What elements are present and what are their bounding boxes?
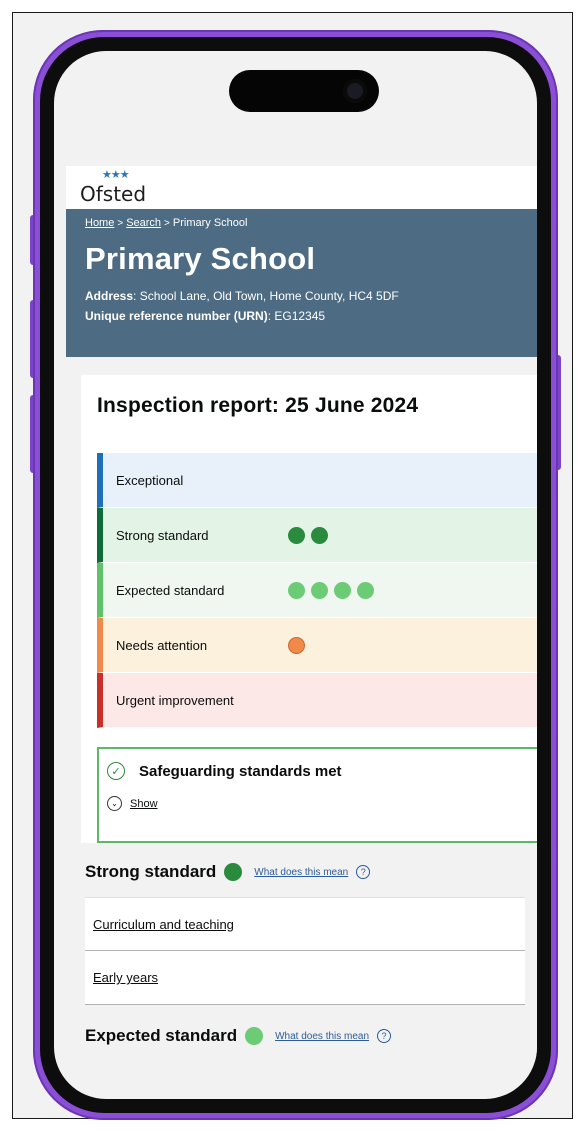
page-content: ★★★ Ofsted Home > Search > Primary Schoo… (66, 166, 537, 1061)
expected-standard-heading: Expected standard What does this mean ? (66, 1011, 537, 1061)
grade-label: Needs attention (116, 637, 208, 653)
ofsted-logo[interactable]: Ofsted (80, 182, 146, 206)
expected-standard-dot (245, 1027, 264, 1045)
check-circle-icon: ✓ (107, 762, 125, 780)
safeguarding-title: Safeguarding standards met (139, 762, 342, 780)
school-address: Address: School Lane, Old Town, Home Cou… (85, 289, 522, 303)
help-question-icon[interactable]: ? (356, 865, 371, 879)
list-item-link[interactable]: Curriculum and teaching (93, 917, 234, 932)
grade-row-urgent-improvement: Urgent improvement (97, 673, 537, 728)
safeguarding-header: ✓ Safeguarding standards met (107, 762, 537, 780)
grade-row-expected-standard: Expected standard (97, 563, 537, 618)
phone-screen: ★★★ Ofsted Home > Search > Primary Schoo… (54, 51, 537, 1099)
logo-bar: ★★★ Ofsted (66, 166, 537, 209)
urn-value: : EG12345 (267, 309, 326, 323)
expected-standard-dot (288, 581, 305, 599)
what-does-this-mean-link[interactable]: What does this mean (275, 1031, 369, 1042)
help-question-icon[interactable]: ? (377, 1029, 392, 1043)
breadcrumb-current: Primary School (172, 217, 248, 229)
page-title: Primary School (85, 241, 316, 276)
address-value: : School Lane, Old Town, Home County, HC… (133, 289, 399, 303)
section-title: Strong standard (85, 862, 217, 881)
chevron-down-icon: ⌄ (107, 796, 122, 811)
safeguarding-panel: ✓ Safeguarding standards met ⌄ Show (97, 747, 537, 843)
strong-standard-dot (288, 526, 305, 544)
expected-standard-dot (311, 581, 328, 599)
report-title: Inspection report: 25 June 2024 (97, 394, 419, 417)
grade-label: Exceptional (116, 472, 184, 488)
list-item[interactable]: Curriculum and teaching (85, 897, 525, 951)
grade-label: Strong standard (116, 527, 209, 543)
section-title: Expected standard (85, 1026, 238, 1045)
grade-label: Expected standard (116, 582, 225, 598)
grade-dots (288, 636, 305, 654)
list-item-link[interactable]: Early years (93, 970, 158, 985)
school-header: Home > Search > Primary School Primary S… (66, 209, 537, 357)
grade-label: Urgent improvement (116, 692, 234, 708)
expected-standard-dot (357, 581, 374, 599)
strong-standard-heading: Strong standard What does this mean ? (66, 847, 537, 897)
expected-standard-dot (334, 581, 351, 599)
grade-row-exceptional: Exceptional (97, 453, 537, 508)
safeguarding-show-toggle[interactable]: ⌄ Show (107, 796, 537, 811)
show-link[interactable]: Show (130, 798, 158, 810)
grade-row-needs-attention: Needs attention (97, 618, 537, 673)
urn-label: Unique reference number (URN) (85, 309, 268, 323)
breadcrumb-separator: > (117, 217, 124, 229)
address-label: Address (85, 289, 134, 303)
breadcrumb: Home > Search > Primary School (85, 217, 522, 229)
dynamic-island (229, 70, 379, 112)
grade-dots (288, 526, 328, 544)
phone-bezel: ★★★ Ofsted Home > Search > Primary Schoo… (40, 37, 551, 1113)
what-does-this-mean-link[interactable]: What does this mean (254, 867, 348, 878)
inspection-report-card: Inspection report: 25 June 2024 Exceptio… (81, 375, 537, 843)
school-urn: Unique reference number (URN): EG12345 (85, 309, 522, 323)
strong-standard-list: Curriculum and teaching Early years (85, 897, 525, 1005)
grade-scale: Exceptional Strong standard Expected sta… (97, 453, 537, 728)
list-item[interactable]: Early years (85, 951, 525, 1005)
ofsted-stars-icon: ★★★ (102, 169, 130, 181)
breadcrumb-search-link[interactable]: Search (126, 217, 161, 229)
front-camera-icon (343, 79, 367, 103)
grade-dots (288, 581, 374, 599)
breadcrumb-home-link[interactable]: Home (85, 217, 114, 229)
grade-row-strong-standard: Strong standard (97, 508, 537, 563)
needs-attention-dot (288, 636, 305, 654)
strong-standard-dot (224, 863, 243, 881)
phone-frame: ★★★ Ofsted Home > Search > Primary Schoo… (33, 30, 558, 1120)
breadcrumb-separator: > (164, 217, 170, 229)
strong-standard-dot (311, 526, 328, 544)
